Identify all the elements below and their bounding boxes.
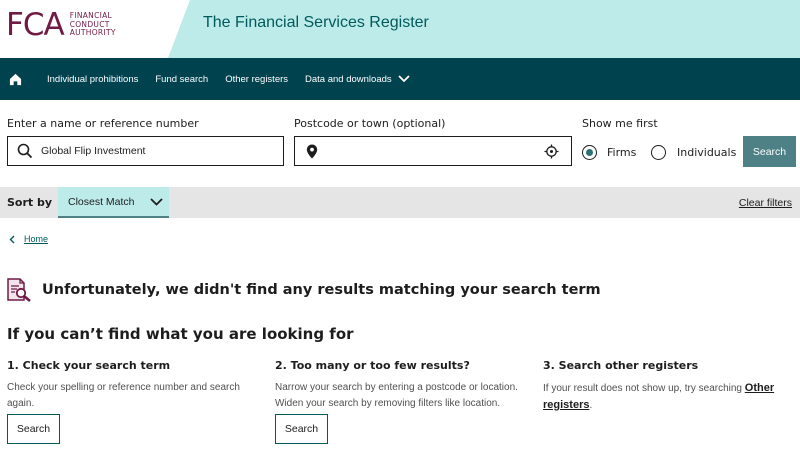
nav-item-label: Data and downloads [305, 73, 392, 85]
too-many-results-search-button[interactable]: Search [275, 414, 328, 444]
help-text-before: If your result does not show up, try sea… [543, 383, 745, 394]
help-section-title: If you can’t find what you are looking f… [7, 325, 354, 343]
name-search-value: Global Flip Investment [41, 145, 146, 157]
help-column-other-registers: 3. Search other registers If your result… [543, 359, 793, 414]
help-column-text: Narrow your search by entering a postcod… [275, 382, 518, 409]
help-column-text: If your result does not show up, try sea… [543, 380, 793, 414]
document-search-icon [7, 278, 31, 302]
sort-bar: Sort by Closest Match Clear filters [0, 187, 800, 218]
radio-firms-label[interactable]: Firms [607, 146, 636, 159]
sort-select[interactable]: Closest Match [58, 187, 169, 218]
site-header: FCA FINANCIAL CONDUCT AUTHORITY The Fina… [0, 0, 800, 58]
site-title[interactable]: The Financial Services Register [203, 14, 429, 32]
nav-item-other-registers[interactable]: Other registers [225, 74, 288, 85]
breadcrumb: Home [9, 234, 48, 244]
radio-individuals[interactable] [651, 145, 666, 160]
breadcrumb-home-link[interactable]: Home [24, 234, 48, 244]
help-column-title: 1. Check your search term [7, 359, 171, 372]
name-search-label: Enter a name or reference number [7, 117, 199, 130]
help-column-title: 3. Search other registers [543, 359, 699, 372]
sort-select-value: Closest Match [68, 195, 135, 208]
home-icon [9, 73, 21, 85]
home-button[interactable] [0, 58, 30, 100]
chevron-left-icon [9, 235, 15, 243]
sort-by-label: Sort by [7, 196, 53, 209]
logo-text: FINANCIAL CONDUCT AUTHORITY [70, 12, 116, 38]
nav-item-individual-prohibitions[interactable]: Individual prohibitions [47, 74, 138, 85]
logo-line-3: AUTHORITY [69, 28, 116, 38]
radio-individuals-label[interactable]: Individuals [677, 146, 736, 159]
help-column-check-search: 1. Check your search term Check your spe… [7, 359, 257, 412]
postcode-input[interactable] [294, 136, 572, 166]
no-results-banner: Unfortunately, we didn't find any result… [7, 278, 601, 302]
check-search-button[interactable]: Search [7, 414, 60, 444]
name-search-input[interactable]: Global Flip Investment [7, 136, 284, 166]
no-results-message: Unfortunately, we didn't find any result… [42, 282, 601, 298]
clear-filters-link[interactable]: Clear filters [739, 197, 792, 209]
show-me-first-label: Show me first [582, 117, 658, 130]
location-pin-icon [306, 143, 318, 159]
help-column-too-many-results: 2. Too many or too few results? Narrow y… [275, 359, 530, 412]
main-nav: Individual prohibitions Fund search Othe… [0, 58, 800, 100]
help-column-title: 2. Too many or too few results? [275, 359, 470, 372]
postcode-label: Postcode or town (optional) [294, 117, 446, 130]
chevron-down-icon [149, 197, 163, 206]
fca-logo[interactable]: FCA FINANCIAL CONDUCT AUTHORITY [6, 9, 116, 41]
radio-firms[interactable] [582, 145, 597, 160]
help-text-after: . [589, 400, 593, 411]
chevron-down-icon [398, 75, 410, 83]
nav-item-fund-search[interactable]: Fund search [155, 74, 208, 85]
logo-mark: FCA [6, 7, 65, 43]
nav-item-data-and-downloads[interactable]: Data and downloads [305, 74, 410, 85]
crosshair-icon[interactable] [544, 144, 559, 159]
search-icon [17, 143, 33, 159]
search-button[interactable]: Search [743, 136, 796, 167]
help-column-text: Check your spelling or reference number … [7, 382, 240, 409]
